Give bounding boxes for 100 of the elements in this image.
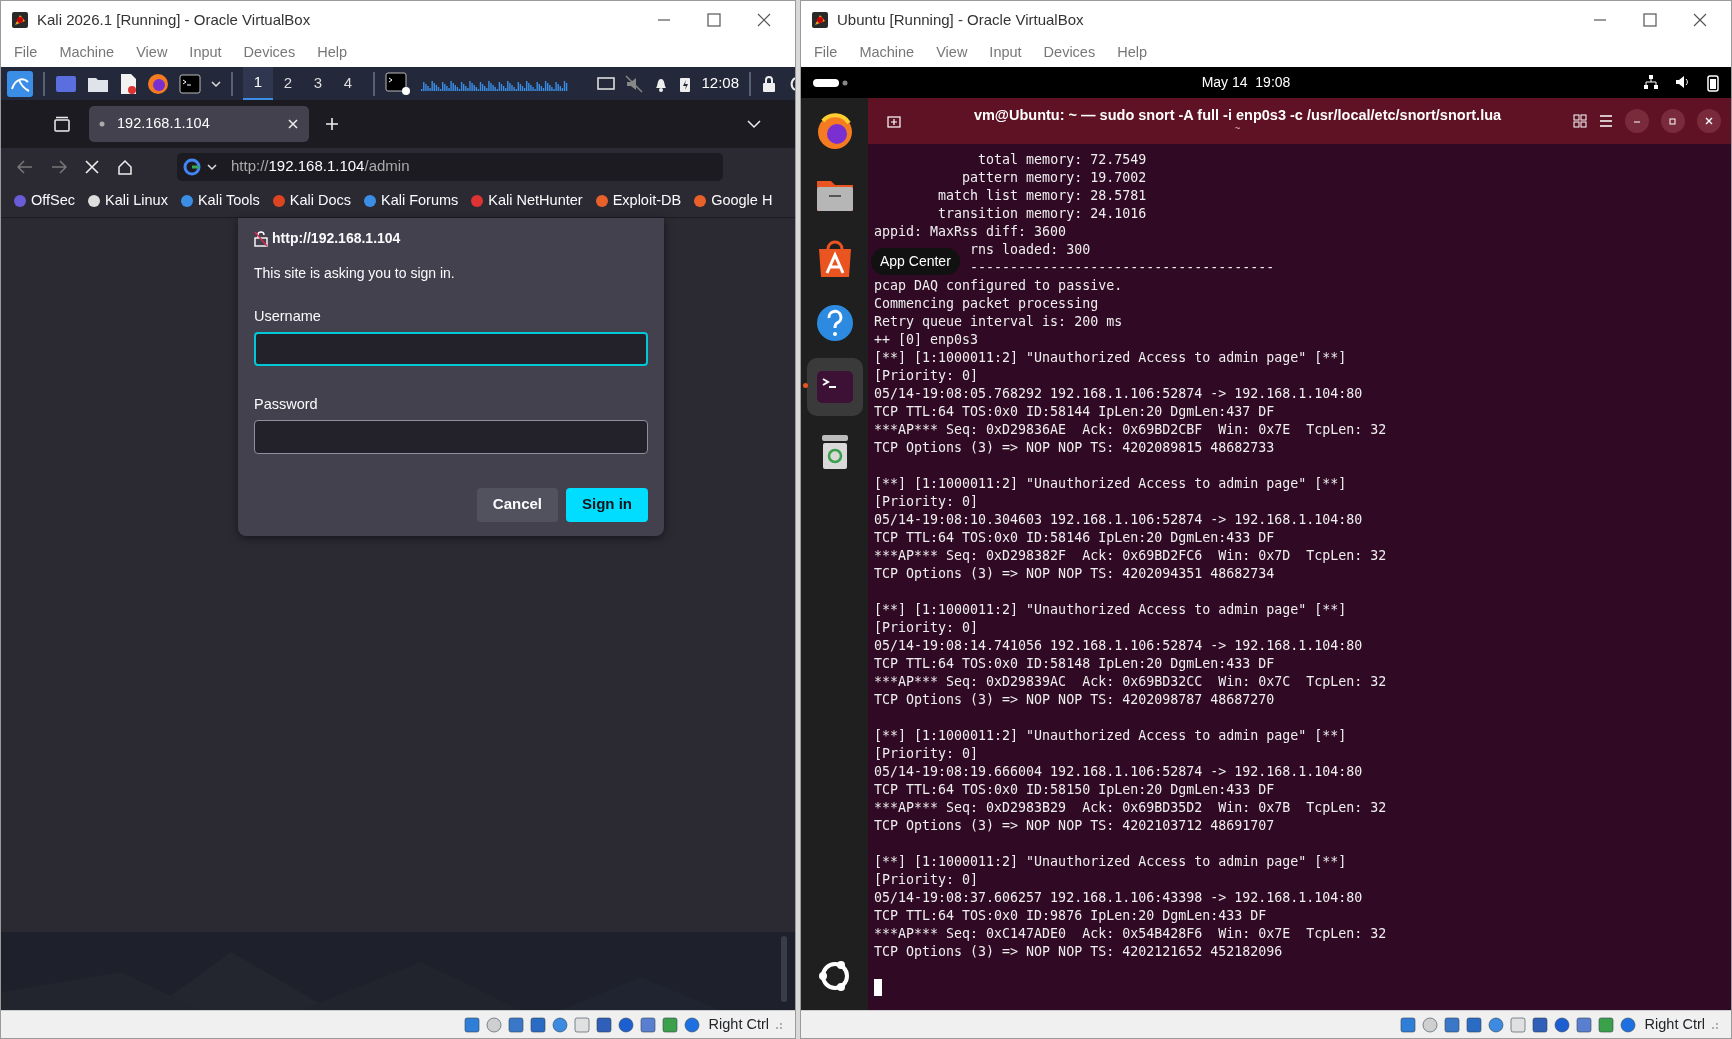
bookmark[interactable]: Kali Tools [179,190,260,212]
menu-item[interactable]: Machine [50,42,124,64]
status-icon[interactable] [1530,1015,1549,1034]
bookmark[interactable]: Google H [693,190,773,212]
new-tab-icon[interactable] [325,117,339,131]
sign-in-button[interactable]: Sign in [566,487,648,522]
terminal-line: match list memory: 28.5781 [938,188,1147,203]
menu-item[interactable]: Input [180,42,231,64]
terminal-line: appid: MaxRss diff: 3600 [874,224,1067,239]
favicon-icon [594,194,609,208]
clock-label: 12:08 [701,73,739,94]
close-button[interactable] [1697,109,1721,133]
terminal-line: ***AP*** Seq: 0xD29836AE Ack: 0x69BD2CBF Win: 0x7E TcpLen: 32 [874,422,1387,437]
terminal-line: TCP TTL:64 TOS:0x0 ID:58150 IpLen:20 DgmLen:433 DF [874,782,1275,797]
close-icon[interactable] [757,13,771,27]
activities-indicator-icon[interactable] [813,78,849,87]
google-icon[interactable] [183,157,201,176]
workspace-button[interactable]: 2 [273,67,303,100]
status-icon[interactable] [1398,1015,1417,1034]
menu-item[interactable]: Input [980,42,1031,64]
loading-dot-icon [99,121,105,127]
bookmark[interactable]: OffSec [13,190,76,212]
muted-speaker-icon[interactable] [625,74,644,93]
terminal-line: rns loaded: 300 [970,242,1091,257]
kali-logo-icon[interactable] [7,70,33,97]
menu-item[interactable]: View [127,42,177,64]
bookmark[interactable]: Kali Linux [87,190,168,212]
lock-icon[interactable] [761,74,777,93]
document-icon[interactable] [119,72,137,95]
chevron-down-icon[interactable] [747,119,761,129]
menu-item[interactable]: Help [308,42,356,64]
menu-item[interactable]: File [805,42,847,64]
favicon-icon [13,194,27,208]
maximize-icon[interactable] [1643,13,1657,27]
status-icon[interactable] [462,1015,481,1034]
firefox-icon[interactable] [147,72,169,95]
status-icon[interactable] [1596,1015,1615,1034]
terminal-line: ***AP*** Seq: 0xC147ADE0 Ack: 0x54B428F6 Win: 0x7E TcpLen: 32 [874,926,1387,941]
status-icon[interactable] [638,1015,657,1034]
forward-icon[interactable] [51,159,67,174]
help-icon[interactable] [814,303,855,343]
maximize-icon[interactable] [707,13,721,27]
restore-icon [1668,116,1678,126]
grid-icon[interactable] [1573,114,1587,128]
menu-item[interactable]: Machine [850,42,924,64]
terminal-line: [**] [1:1000011:2] "Unauthorized Access to admin page" [**] [874,350,1347,365]
battery-icon[interactable] [1707,73,1719,92]
menu-item[interactable]: Devices [1034,42,1105,64]
terminal-icon[interactable] [385,71,411,96]
bookmark[interactable]: Kali Docs [271,190,351,212]
restore-button[interactable] [1661,109,1685,133]
desktop-icon[interactable] [55,74,77,93]
menu-item[interactable]: File [5,42,47,64]
status-icon[interactable] [660,1015,679,1034]
input-field[interactable] [254,419,648,454]
caret-icon[interactable] [211,79,221,88]
menu-item[interactable]: Devices [234,42,305,64]
terminal-line: ***AP*** Seq: 0xD29839AC Ack: 0x69BD32CC Win: 0x7C TcpLen: 32 [874,674,1387,689]
dialog-message: This site is asking you to sign in. [254,264,456,283]
cancel-button[interactable]: Cancel [476,487,558,522]
status-icon[interactable] [1574,1015,1593,1034]
display-icon[interactable] [597,75,616,92]
status-icon[interactable] [1442,1015,1461,1034]
terminal-line: [Priority: 0] [874,746,979,761]
status-icon[interactable] [594,1015,613,1034]
tab-list-icon[interactable] [53,116,71,132]
home-icon[interactable] [117,158,133,175]
browser-tab[interactable]: 192.168.1.104 [89,106,309,142]
terminal-title: vm@Ubuntu: ~ — sudo snort -A full -i enp0s3 -c /usr/local/etc/snort/snort.lua [973,107,1502,124]
address-bar[interactable]: http://192.168.1.104/admin [177,152,723,181]
stop-icon[interactable] [85,159,99,174]
new-tab-icon[interactable] [886,113,902,129]
workspace-button[interactable]: 4 [333,67,363,100]
menu-item[interactable]: Help [1108,42,1156,64]
bookmark[interactable]: Exploit-DB [594,190,682,212]
speaker-icon[interactable] [1675,73,1691,90]
terminal-line: pattern memory: 19.7002 [962,170,1147,185]
favicon-icon [87,194,102,208]
status-icon[interactable] [528,1015,547,1034]
date-time-label[interactable]: May 14 19:08 [1201,74,1291,90]
status-icon[interactable] [1464,1015,1483,1034]
terminal-line: Retry queue interval is: 200 ms [874,314,1123,329]
caret-icon[interactable] [207,162,217,171]
bookmark[interactable]: Kali Forums [363,190,459,212]
menu-item[interactable]: View [927,42,977,64]
status-icon[interactable] [506,1015,525,1034]
minimize-button[interactable] [1625,109,1649,133]
close-icon[interactable] [1693,13,1707,27]
workspace-button[interactable]: 1 [243,67,273,100]
menu-icon[interactable] [1599,115,1613,127]
input-field[interactable] [254,331,648,366]
terminal-line: ***AP*** Seq: 0xD2983B29 Ack: 0x69BD35D2 Win: 0x7B TcpLen: 32 [874,800,1387,815]
workspace-button[interactable]: 3 [303,67,333,100]
bookmark[interactable]: Kali NetHunter [470,190,583,212]
dialog-origin: http://192.168.1.104 [272,229,401,248]
terminal-line: [Priority: 0] [874,368,979,383]
network-icon[interactable] [1643,73,1659,90]
back-icon[interactable] [17,159,33,174]
terminal-line: transition memory: 24.1016 [938,206,1147,221]
terminal-line: total memory: 72.7549 [978,152,1147,167]
